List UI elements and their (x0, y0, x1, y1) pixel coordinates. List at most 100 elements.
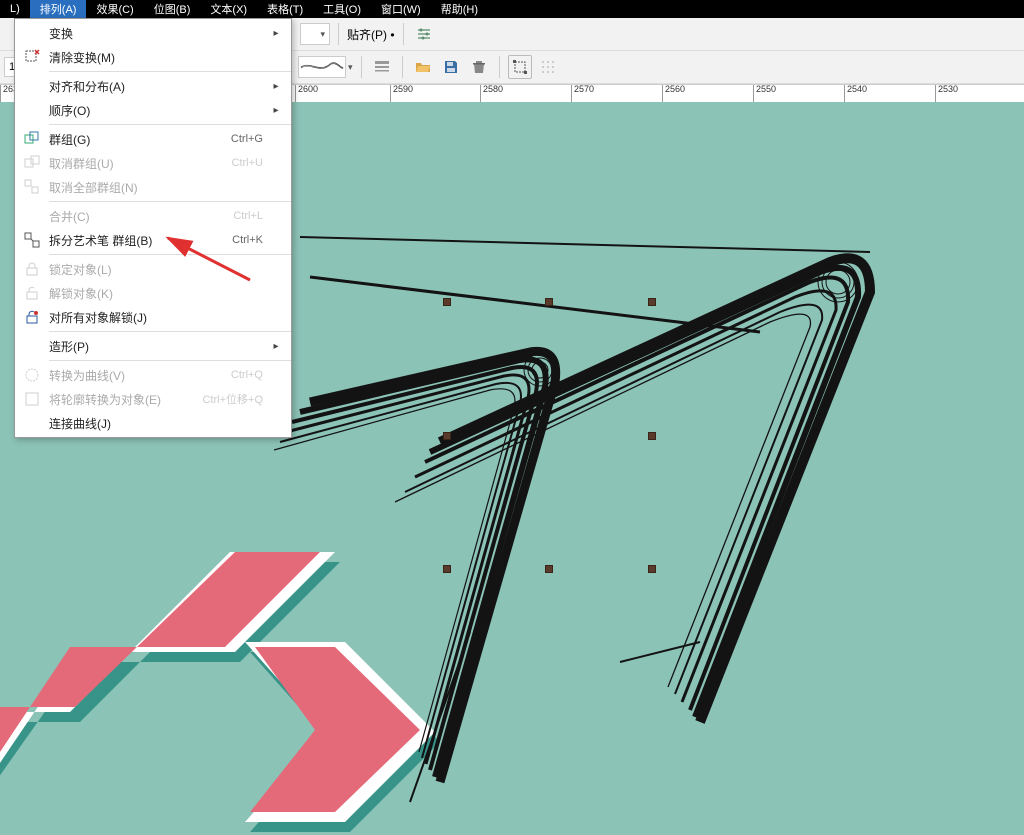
ruler-tick-label: 2540 (847, 85, 867, 94)
selection-handle[interactable] (545, 565, 553, 573)
shortcut: Ctrl+L (179, 210, 269, 222)
menu-item-label: 取消群组(U) (49, 155, 179, 172)
selection-handle[interactable] (443, 432, 451, 440)
menu-separator (49, 331, 291, 332)
menu-lock: 锁定对象(L) (15, 257, 291, 281)
separator (402, 56, 403, 78)
ruler-tick-label: 2580 (483, 85, 503, 94)
menu-align-distribute[interactable]: 对齐和分布(A) ▸ (15, 74, 291, 98)
menu-shaping[interactable]: 造形(P) ▸ (15, 334, 291, 358)
bbox-icon (512, 59, 528, 75)
ungroup-icon (15, 155, 49, 171)
ruler-tick-label: 2600 (298, 85, 318, 94)
separator (338, 23, 339, 45)
menu-item-label: 取消全部群组(N) (49, 179, 179, 196)
floppy-icon (443, 59, 459, 75)
submenu-arrow-icon: ▸ (269, 81, 283, 92)
group-icon (15, 131, 49, 147)
arrange-menu-dropdown: 变换 ▸ 清除变换(M) 对齐和分布(A) ▸ 顺序(O) ▸ 群组(G) Ct… (14, 18, 292, 438)
menu-item-label: 变换 (49, 25, 179, 42)
menu-separator (49, 124, 291, 125)
scatter-button[interactable] (536, 55, 560, 79)
clear-transform-icon (15, 49, 49, 65)
to-curves-icon (15, 367, 49, 383)
menu-break-apart[interactable]: 拆分艺术笔 群组(B) Ctrl+K (15, 228, 291, 252)
menu-item-label: 拆分艺术笔 群组(B) (49, 232, 179, 249)
menu-item-arrange[interactable]: 排列(A) (30, 0, 87, 19)
lock-icon (15, 261, 49, 277)
shortcut: Ctrl+Q (179, 369, 269, 381)
menu-item-label: 顺序(O) (49, 102, 179, 119)
unlock-icon (15, 285, 49, 301)
menu-item-help[interactable]: 帮助(H) (431, 0, 488, 19)
separator (499, 56, 500, 78)
options-button[interactable] (412, 22, 436, 46)
shortcut: Ctrl+G (179, 133, 269, 145)
trash-icon (471, 59, 487, 75)
shortcut: Ctrl+位移+Q (179, 391, 269, 407)
shortcut: Ctrl+K (179, 234, 269, 246)
menu-separator (49, 254, 291, 255)
menu-transform[interactable]: 变换 ▸ (15, 21, 291, 45)
menu-item-label: 群组(G) (49, 131, 179, 148)
ruler-tick-label: 2570 (574, 85, 594, 94)
menu-item-label: 清除变换(M) (49, 49, 179, 66)
selection-handle[interactable] (648, 298, 656, 306)
snap-label[interactable]: 贴齐(P) • (347, 26, 395, 43)
ungroup-all-icon (15, 179, 49, 195)
menu-unlock: 解锁对象(K) (15, 281, 291, 305)
menu-order[interactable]: 顺序(O) ▸ (15, 98, 291, 122)
selection-handle[interactable] (545, 298, 553, 306)
toolbar-button[interactable] (370, 55, 394, 79)
save-button[interactable] (439, 55, 463, 79)
menu-item-effects[interactable]: 效果(C) (86, 0, 143, 19)
menu-separator (49, 71, 291, 72)
open-button[interactable] (411, 55, 435, 79)
menu-item-label: 对齐和分布(A) (49, 78, 179, 95)
dots-grid-icon (540, 59, 556, 75)
menu-item-tools[interactable]: 工具(O) (313, 0, 371, 19)
sliders-icon (416, 26, 432, 42)
menu-unlock-all[interactable]: 对所有对象解锁(J) (15, 305, 291, 329)
menu-ungroup-all: 取消全部群组(N) (15, 175, 291, 199)
menu-item-label: 连接曲线(J) (49, 415, 179, 432)
separator (361, 56, 362, 78)
menu-combine: 合并(C) Ctrl+L (15, 204, 291, 228)
menu-item-label: 将轮廓转换为对象(E) (49, 391, 179, 408)
delete-button[interactable] (467, 55, 491, 79)
unlock-all-icon (15, 309, 49, 325)
menu-join-curves[interactable]: 连接曲线(J) (15, 411, 291, 435)
selection-handle[interactable] (443, 565, 451, 573)
menu-clear-transform[interactable]: 清除变换(M) (15, 45, 291, 69)
stroke-preview[interactable] (298, 56, 346, 78)
submenu-arrow-icon: ▸ (269, 28, 283, 39)
separator (403, 23, 404, 45)
zoom-combo[interactable]: ▾ (300, 23, 330, 45)
chevron-down-icon: ▾ (348, 62, 353, 73)
chevron-down-icon: ▾ (320, 29, 325, 40)
ruler-tick-label: 2560 (665, 85, 685, 94)
selection-handle[interactable] (648, 565, 656, 573)
ruler-tick-label: 2590 (393, 85, 413, 94)
menu-separator (49, 360, 291, 361)
menu-item[interactable]: L) (0, 1, 30, 17)
menu-outline-to-object: 将轮廓转换为对象(E) Ctrl+位移+Q (15, 387, 291, 411)
menu-item-text[interactable]: 文本(X) (200, 0, 257, 19)
folder-open-icon (415, 59, 431, 75)
menu-item-label: 造形(P) (49, 338, 179, 355)
brush-list-icon (374, 59, 390, 75)
selection-handle[interactable] (443, 298, 451, 306)
menu-item-window[interactable]: 窗口(W) (371, 0, 431, 19)
submenu-arrow-icon: ▸ (269, 105, 283, 116)
menu-item-label: 转换为曲线(V) (49, 367, 179, 384)
menubar: L) 排列(A) 效果(C) 位图(B) 文本(X) 表格(T) 工具(O) 窗… (0, 0, 1024, 18)
menu-item-label: 对所有对象解锁(J) (49, 309, 179, 326)
menu-group[interactable]: 群组(G) Ctrl+G (15, 127, 291, 151)
ruler-tick-label: 2550 (756, 85, 776, 94)
break-apart-icon (15, 232, 49, 248)
selection-handle[interactable] (648, 432, 656, 440)
ruler-tick-label: 2530 (938, 85, 958, 94)
bounding-box-button[interactable] (508, 55, 532, 79)
menu-item-bitmap[interactable]: 位图(B) (144, 0, 201, 19)
menu-item-table[interactable]: 表格(T) (257, 0, 313, 19)
